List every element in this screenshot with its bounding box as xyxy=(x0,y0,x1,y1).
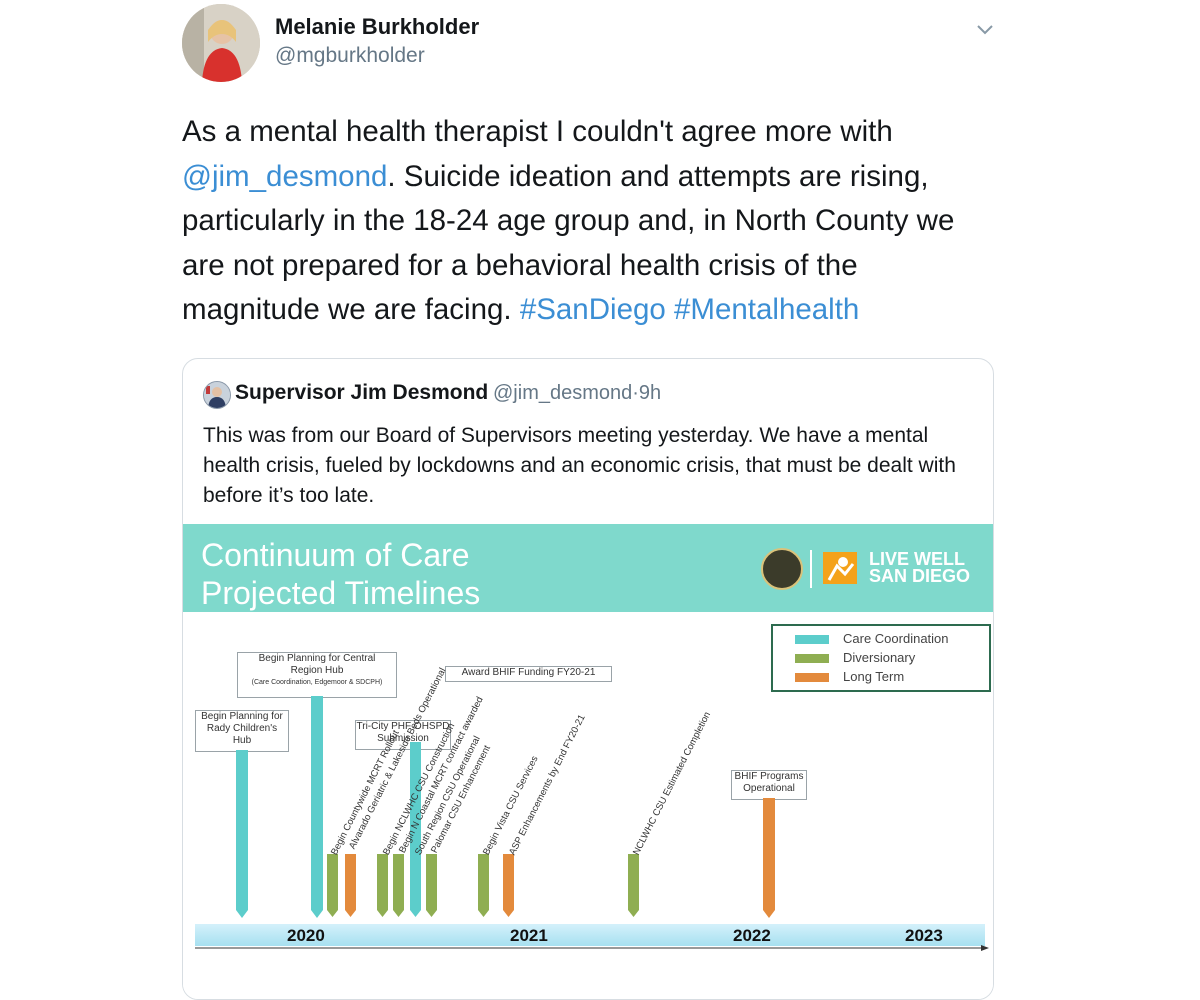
bar-rady-hub xyxy=(236,750,248,918)
quoted-author-handle[interactable]: @jim_desmond xyxy=(493,382,632,404)
hashtag-mentalhealth-link[interactable]: #Mentalhealth xyxy=(674,293,859,326)
bar-asp-enhancements xyxy=(503,854,514,917)
bar-countywide-mcrt xyxy=(327,854,338,917)
axis-tick-2020: 2020 xyxy=(287,926,325,945)
bar-n-coastal-mcrt xyxy=(393,854,404,917)
tweet-text-part1: As a mental health therapist I couldn't … xyxy=(182,115,893,148)
axis-tick-2021: 2021 xyxy=(510,926,548,945)
meta-separator: · xyxy=(632,382,639,404)
bar-south-region-csu xyxy=(426,854,437,917)
axis-tick-2022: 2022 xyxy=(733,926,771,945)
bar-bhif-operational xyxy=(763,798,775,918)
quoted-author-avatar xyxy=(203,381,231,409)
quoted-author-meta: @jim_desmond·9h xyxy=(493,382,661,405)
bar-nclwhc-construction xyxy=(377,854,388,917)
bar-central-hub xyxy=(311,696,323,918)
chevron-down-icon[interactable] xyxy=(974,18,996,40)
bar-nclwhc-completion xyxy=(628,854,639,917)
quoted-author-name[interactable]: Supervisor Jim Desmond xyxy=(235,381,488,405)
author-handle[interactable]: @mgburkholder xyxy=(275,44,425,68)
author-avatar[interactable] xyxy=(182,4,260,82)
quoted-tweet-text: This was from our Board of Supervisors m… xyxy=(203,424,956,507)
axis-tick-2023: 2023 xyxy=(905,926,943,945)
hashtag-sandiego-link[interactable]: #SanDiego xyxy=(520,293,666,326)
bar-alvarado-geriatric xyxy=(345,854,356,917)
quoted-timestamp[interactable]: 9h xyxy=(639,382,661,404)
quoted-tweet-card[interactable]: Supervisor Jim Desmond @jim_desmond·9h T… xyxy=(182,358,994,1000)
mention-link[interactable]: @jim_desmond xyxy=(182,160,387,193)
quoted-media-image[interactable]: Continuum of Care Projected Timelines LI… xyxy=(183,524,993,999)
author-name[interactable]: Melanie Burkholder xyxy=(275,14,479,40)
tweet-text: As a mental health therapist I couldn't … xyxy=(182,110,1002,333)
bar-vista-csu xyxy=(478,854,489,917)
